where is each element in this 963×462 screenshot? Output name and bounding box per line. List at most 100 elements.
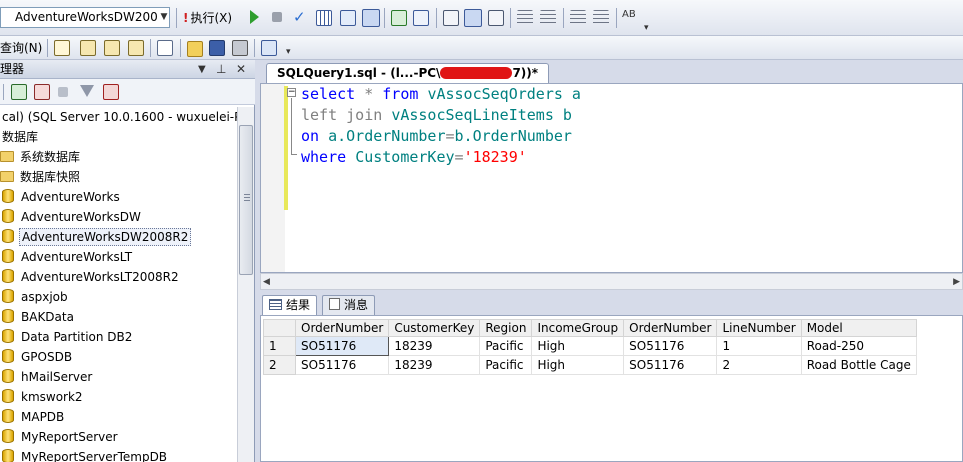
decrease-indent-icon[interactable] xyxy=(570,10,586,26)
tree-folder-system-databases[interactable]: 系统数据库 xyxy=(0,147,82,167)
query-editor[interactable]: − select * from vAssocSeqOrders a left jo… xyxy=(260,83,963,273)
new-analysis-mdx-query-icon[interactable] xyxy=(80,40,96,56)
row-number[interactable]: 1 xyxy=(263,336,296,356)
tree-database-item[interactable]: GPOSDB xyxy=(2,347,74,367)
tree-database-item[interactable]: kmswork2 xyxy=(2,387,85,407)
tree-database-item[interactable]: MAPDB xyxy=(2,407,66,427)
print-icon[interactable] xyxy=(232,40,248,56)
column-header[interactable]: IncomeGroup xyxy=(531,319,625,337)
grid-cell[interactable]: 2 xyxy=(716,355,802,375)
scroll-right-icon[interactable]: ▶ xyxy=(953,275,960,289)
tree-database-item[interactable]: hMailServer xyxy=(2,367,94,387)
include-actual-plan-icon[interactable] xyxy=(391,10,407,26)
grid-cell[interactable]: 18239 xyxy=(388,355,481,375)
grid-cell[interactable]: High xyxy=(531,336,625,356)
new-file-icon[interactable] xyxy=(157,40,173,56)
grid-cell[interactable]: SO51176 xyxy=(294,355,390,375)
server-node[interactable]: cal) (SQL Server 10.0.1600 - wuxuelei-PC… xyxy=(0,107,237,127)
row-number[interactable]: 2 xyxy=(263,355,296,375)
tree-database-item[interactable]: AdventureWorksLT xyxy=(2,247,134,267)
code-token: '18239' xyxy=(463,148,527,166)
grid-cell[interactable]: High xyxy=(531,355,625,375)
tree-database-item[interactable]: AdventureWorksLT2008R2 xyxy=(2,267,181,287)
grid-corner[interactable] xyxy=(263,319,296,337)
grid-cell[interactable]: 18239 xyxy=(388,336,481,356)
tree-database-item[interactable]: MyReportServerTempDB xyxy=(2,447,169,462)
column-header[interactable]: CustomerKey xyxy=(388,319,481,337)
tree-database-item[interactable]: AdventureWorksDW xyxy=(2,207,143,227)
column-header[interactable]: LineNumber xyxy=(716,319,802,337)
tree-database-item[interactable]: MyReportServer xyxy=(2,427,120,447)
scroll-left-icon[interactable]: ◀ xyxy=(263,275,270,289)
tree-database-item[interactable]: aspxjob xyxy=(2,287,70,307)
stop-icon[interactable] xyxy=(58,87,68,97)
code-line[interactable]: left join vAssocSeqLineItems b xyxy=(301,105,581,126)
tree-database-item-selected[interactable]: AdventureWorksDW2008R2 xyxy=(2,227,192,247)
close-icon[interactable]: ✕ xyxy=(236,62,246,77)
auto-hide-pin-icon[interactable]: ⊥ xyxy=(216,62,226,77)
new-analysis-xmla-query-icon[interactable] xyxy=(128,40,144,56)
connect-icon[interactable] xyxy=(11,84,27,100)
results-to-file-icon[interactable] xyxy=(488,10,504,26)
tab-messages[interactable]: 消息 xyxy=(322,295,376,315)
toolbar-separator xyxy=(510,8,511,28)
grid-cell[interactable]: SO51176 xyxy=(623,355,718,375)
tree-database-item[interactable]: Data Partition DB2 xyxy=(2,327,134,347)
editor-horizontal-scrollbar[interactable]: ◀ ▶ xyxy=(260,273,963,290)
column-header[interactable]: OrderNumber xyxy=(294,319,390,337)
execute-icon: ! xyxy=(183,11,189,25)
new-database-engine-query-icon[interactable] xyxy=(54,40,70,56)
debug-icon[interactable] xyxy=(250,10,259,24)
comment-lines-icon[interactable] xyxy=(517,10,533,26)
disconnect-icon[interactable] xyxy=(34,84,50,100)
column-header[interactable]: OrderNumber xyxy=(623,319,718,337)
grid-cell[interactable]: Pacific xyxy=(479,355,533,375)
grid-cell-selected[interactable]: SO51176 xyxy=(294,336,390,356)
grid-cell[interactable]: 1 xyxy=(716,336,802,356)
code-line[interactable]: on a.OrderNumber=b.OrderNumber xyxy=(301,126,581,147)
open-file-icon[interactable] xyxy=(187,41,203,57)
grid-cell[interactable]: SO51176 xyxy=(623,336,718,356)
display-estimated-plan-icon[interactable] xyxy=(316,10,332,26)
available-databases-combo[interactable]: AdventureWorksDW200 xyxy=(0,7,170,28)
sql-code[interactable]: select * from vAssocSeqOrders a left join… xyxy=(301,84,581,168)
new-query-button[interactable]: 查询(N) xyxy=(0,40,42,56)
object-explorer-scrollbar[interactable] xyxy=(237,107,254,462)
increase-indent-icon[interactable] xyxy=(593,10,609,26)
code-line[interactable]: where CustomerKey='18239' xyxy=(301,147,581,168)
chevron-down-icon[interactable]: ▼ xyxy=(158,8,170,27)
specify-template-values-icon[interactable]: AB xyxy=(622,10,638,26)
client-statistics-icon[interactable] xyxy=(413,10,429,26)
grid-cell[interactable]: Pacific xyxy=(479,336,533,356)
save-icon[interactable] xyxy=(209,40,225,56)
tree-database-item[interactable]: AdventureWorks xyxy=(2,187,122,207)
cancel-query-icon[interactable] xyxy=(272,12,282,22)
results-to-grid-icon[interactable] xyxy=(362,9,380,27)
parse-check-icon[interactable]: ✓ xyxy=(293,9,309,25)
toolbar-overflow-icon[interactable]: ▾ xyxy=(644,24,649,33)
execute-button[interactable]: ! 执行(X) xyxy=(183,9,232,27)
refresh-icon[interactable] xyxy=(103,84,119,100)
new-analysis-dmx-query-icon[interactable] xyxy=(104,40,120,56)
tab-results[interactable]: 结果 xyxy=(262,295,318,315)
column-header[interactable]: Model xyxy=(800,319,917,337)
query-designer-icon[interactable] xyxy=(340,10,356,26)
tab-sqlquery1[interactable]: SQLQuery1.sql - (l...-PC\ 7))* xyxy=(266,63,550,83)
collapse-icon[interactable]: − xyxy=(287,88,296,97)
uncomment-lines-icon[interactable] xyxy=(540,10,556,26)
activity-monitor-icon[interactable] xyxy=(261,40,277,56)
code-line[interactable]: select * from vAssocSeqOrders a xyxy=(301,84,581,105)
databases-node[interactable]: 数据库 xyxy=(0,127,40,147)
grid-cell[interactable]: Road Bottle Cage xyxy=(800,355,917,375)
results-to-text-icon[interactable] xyxy=(443,10,459,26)
window-position-icon[interactable]: ▼ xyxy=(198,62,206,77)
grid-cell[interactable]: Road-250 xyxy=(800,336,917,356)
column-header[interactable]: Region xyxy=(479,319,533,337)
results-grid-active-icon[interactable] xyxy=(464,9,482,27)
outline-end xyxy=(291,154,297,155)
tree-folder-database-snapshots[interactable]: 数据库快照 xyxy=(0,167,82,187)
toolbar-overflow-icon[interactable]: ▾ xyxy=(286,48,291,57)
scrollbar-thumb[interactable] xyxy=(239,125,253,275)
tree-database-item[interactable]: BAKData xyxy=(2,307,76,327)
filter-icon[interactable] xyxy=(80,85,94,97)
